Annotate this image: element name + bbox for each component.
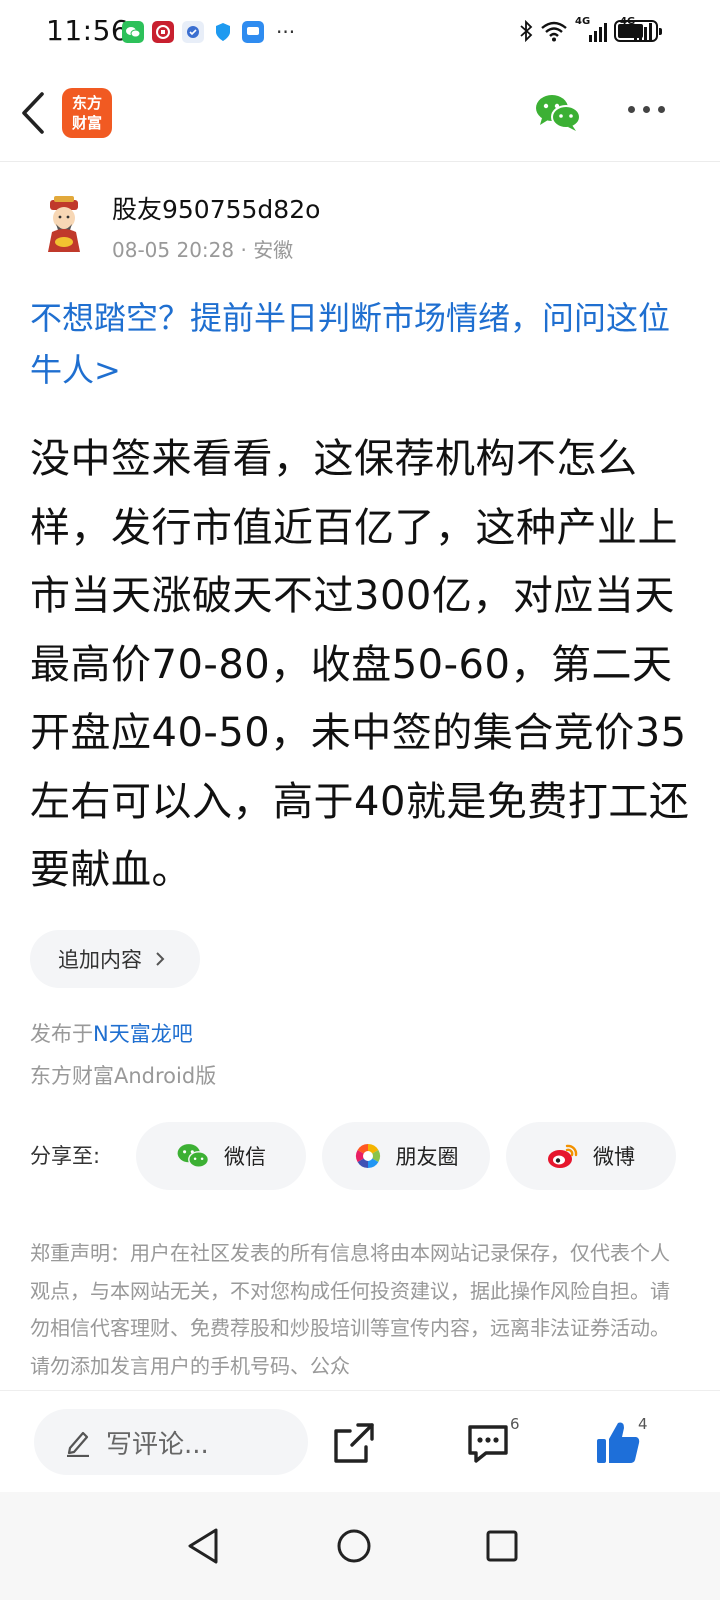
bar-link[interactable]: N天富龙吧	[93, 1022, 193, 1046]
wechat-icon	[536, 95, 581, 131]
like-count: 4	[638, 1415, 648, 1433]
app-logo: 东方 财富	[62, 88, 112, 138]
comments-button[interactable]	[464, 1419, 512, 1467]
disclaimer: 郑重声明：用户在社区发表的所有信息将由本网站记录保存，仅代表个人观点，与本网站无…	[30, 1241, 670, 1378]
notification-icons: ···	[122, 20, 295, 44]
chevron-left-icon	[22, 92, 44, 134]
comment-placeholder: 写评论...	[106, 1429, 209, 1460]
share-label: 分享至:	[30, 1144, 101, 1168]
moments-icon	[355, 1144, 380, 1168]
back-button[interactable]	[14, 88, 54, 138]
thumbs-up-icon	[597, 1422, 640, 1463]
post-meta: 08-05 20:28 · 安徽	[112, 238, 294, 262]
battery-icon	[614, 20, 662, 42]
wechat-icon	[177, 1144, 210, 1168]
security-notification-icon	[182, 21, 204, 43]
promo-link[interactable]: 不想踏空？提前半日判断市场情绪，问问这位牛人>	[30, 292, 690, 396]
post-time: 08-05 20:28	[112, 238, 235, 262]
system-nav-bar	[0, 1492, 720, 1600]
action-bar: 写评论... 6 4	[0, 1390, 720, 1492]
share-weibo-button[interactable]: 微博	[506, 1122, 676, 1190]
weibo-icon	[548, 1144, 578, 1168]
share-button[interactable]	[330, 1419, 378, 1467]
share-out-icon	[334, 1423, 374, 1463]
signal-icon-1: 4G	[575, 16, 613, 44]
wifi-icon	[541, 21, 567, 42]
add-content-button[interactable]: 追加内容	[30, 930, 200, 988]
like-button[interactable]	[594, 1419, 642, 1467]
nav-header: 东方 财富	[0, 64, 720, 162]
comment-count: 6	[510, 1415, 520, 1433]
published-in: 发布于N天富龙吧	[30, 1022, 193, 1046]
post-body: 没中签来看看，这保荐机构不怎么样，发行市值近百亿了，这种产业上市当天涨破天不过3…	[30, 436, 690, 893]
author-name[interactable]: 股友950755d82o	[112, 190, 320, 226]
shield-notification-icon	[212, 21, 234, 43]
pencil-icon	[67, 1431, 89, 1457]
avatar[interactable]	[34, 194, 94, 254]
system-home-button[interactable]	[326, 1518, 382, 1574]
more-button[interactable]	[628, 106, 672, 118]
system-recents-button[interactable]	[474, 1518, 530, 1574]
triangle-back-icon	[188, 1528, 218, 1564]
system-back-button[interactable]	[176, 1518, 232, 1574]
bank-notification-icon	[152, 21, 174, 43]
circle-home-icon	[337, 1529, 371, 1563]
share-wechat-button[interactable]: 微信	[136, 1122, 306, 1190]
wechat-share-button[interactable]	[534, 92, 582, 132]
more-icon	[628, 106, 635, 113]
god-of-wealth-avatar-icon	[48, 196, 80, 252]
chevron-right-icon	[156, 952, 165, 966]
status-time: 11:56	[46, 14, 130, 47]
status-bar: 11:56 ··· 4G 4G	[0, 0, 720, 64]
comment-icon	[468, 1425, 508, 1463]
add-content-label: 追加内容	[58, 948, 142, 972]
client-info: 东方财富Android版	[30, 1064, 217, 1088]
share-moments-button[interactable]: 朋友圈	[322, 1122, 490, 1190]
more-notifications-icon: ···	[276, 20, 296, 44]
post-location: 安徽	[253, 238, 294, 262]
bluetooth-icon	[520, 20, 533, 42]
comment-input[interactable]: 写评论...	[34, 1409, 308, 1475]
square-recents-icon	[486, 1530, 518, 1562]
chat-notification-icon	[242, 21, 264, 43]
wechat-notification-icon	[122, 21, 144, 43]
